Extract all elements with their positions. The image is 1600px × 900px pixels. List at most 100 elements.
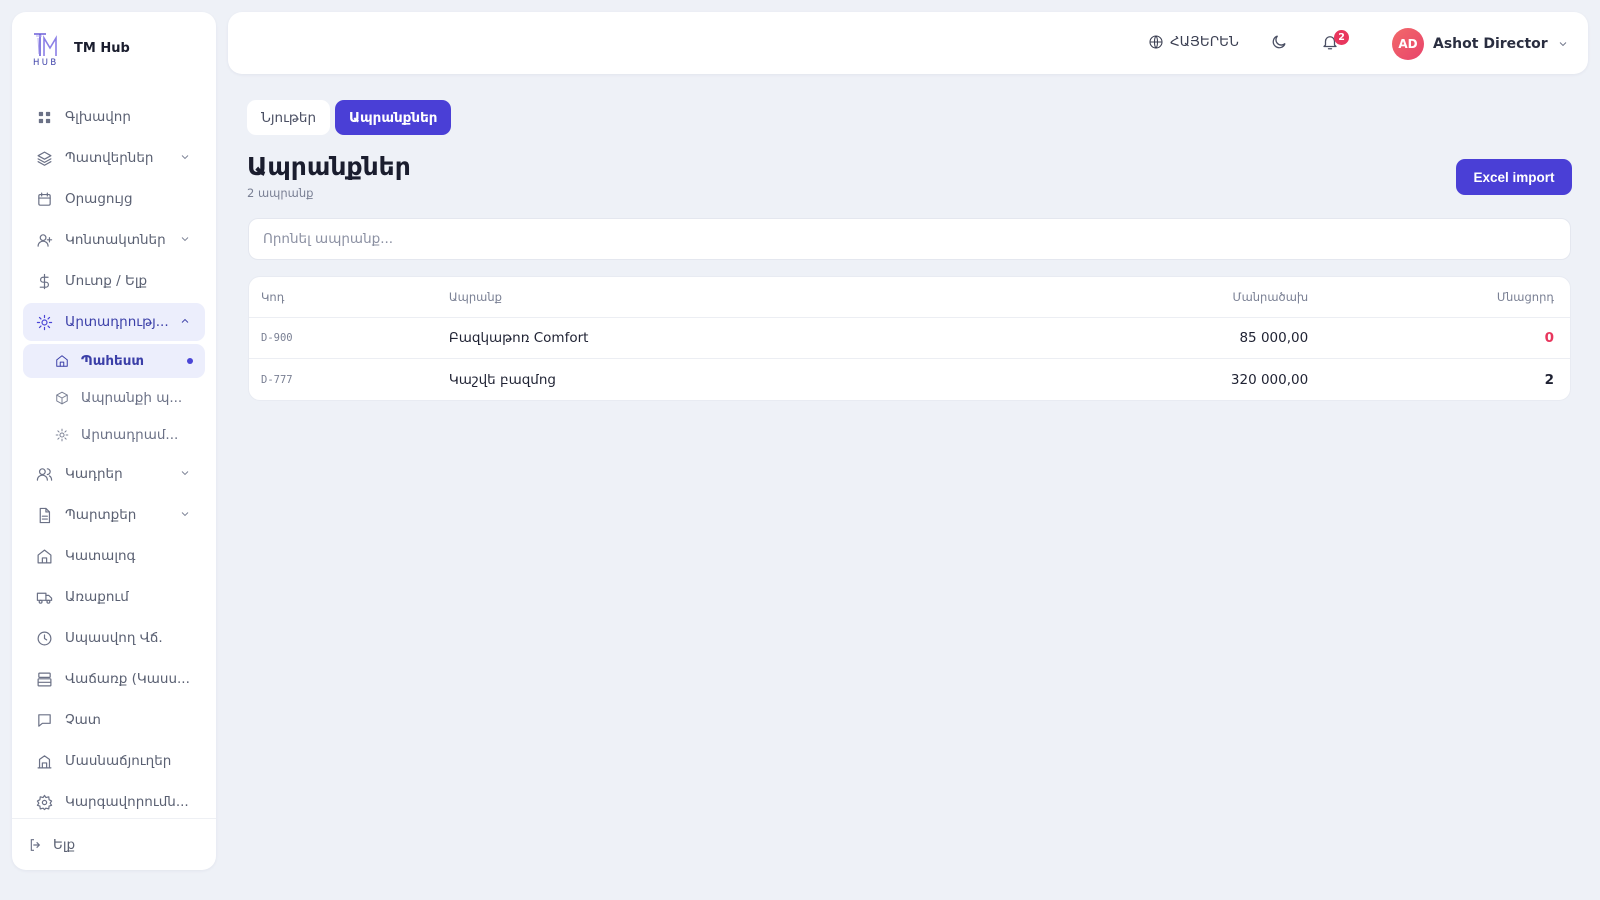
production-submenu: Պահեստ Ապրանքի պ... Արտադրամ... — [23, 344, 205, 452]
table-row[interactable]: D-900 Բազկաթոռ Comfort 85 000,00 0 — [249, 318, 1570, 359]
sidebar-item-chat[interactable]: Չատ — [23, 701, 205, 739]
table-row[interactable]: D-777 Կաշվե բազմոց 320 000,00 2 — [249, 359, 1570, 400]
sidebar-item-label: Կատալոգ — [65, 548, 136, 564]
product-code: D-777 — [261, 373, 293, 386]
chevron-up-icon — [179, 315, 193, 329]
product-code: D-900 — [261, 332, 293, 344]
top-bar: ՀԱՅԵՐԵՆ 2 AD Ashot Director — [228, 12, 1588, 74]
sidebar-item-delivery[interactable]: Առաքում — [23, 578, 205, 616]
calendar-icon — [35, 190, 53, 208]
register-icon — [35, 670, 53, 688]
product-count: 2 ապրանք — [247, 186, 314, 200]
sidebar-item-catalog[interactable]: Կատալոգ — [23, 537, 205, 575]
sidebar-item-settings[interactable]: Կարգավորումն... — [23, 783, 205, 821]
building-icon — [35, 752, 53, 770]
chevron-down-icon — [179, 467, 193, 481]
sidebar-item-cashflow[interactable]: Մուտք / Ելք — [23, 262, 205, 300]
theme-toggle[interactable] — [1270, 33, 1290, 53]
chevron-down-icon — [1559, 42, 1566, 47]
chevron-down-icon — [179, 233, 193, 247]
user-menu[interactable]: AD Ashot Director — [1392, 28, 1569, 60]
products-table: Կոդ Ապրանք Մանրածախ Մնացորդ D-900 Բազկաթ… — [248, 276, 1571, 401]
svg-text:HUB: HUB — [33, 58, 59, 66]
sidebar-subitem-label: Արտադրամ... — [81, 427, 179, 443]
avatar: AD — [1392, 28, 1424, 60]
sidebar-item-calendar[interactable]: Օրացույց — [23, 180, 205, 218]
dollar-icon — [35, 272, 53, 290]
tm-hub-logo: HUB — [30, 30, 66, 68]
product-stock: 0 — [1544, 330, 1554, 346]
sidebar-item-label: Արտադրությ... — [65, 314, 169, 330]
sidebar-item-label: Օրացույց — [65, 191, 133, 207]
sidebar-item-sales[interactable]: Վաճառք (Կասս... — [23, 660, 205, 698]
column-header-code[interactable]: Կոդ — [249, 290, 449, 304]
tabs: Նյութեր Ապրանքներ — [247, 100, 456, 135]
product-price: 320 000,00 — [1230, 371, 1309, 388]
chevron-down-icon — [179, 508, 193, 522]
chevron-down-icon — [179, 151, 193, 165]
settings-icon — [35, 793, 53, 811]
sidebar-nav: Գլխավոր Պատվերներ Օրացույց Կոնտակտներ Մո… — [23, 98, 205, 824]
sidebar-item-contacts[interactable]: Կոնտակտներ — [23, 221, 205, 259]
sidebar-item-label: Պատվերներ — [65, 150, 154, 166]
users-icon — [35, 465, 53, 483]
excel-import-button[interactable]: Excel import — [1456, 159, 1572, 195]
moon-icon — [1272, 35, 1286, 49]
sidebar-item-label: Չատ — [65, 712, 101, 728]
sidebar-item-production[interactable]: Արտադրությ... — [23, 303, 205, 341]
brand-name: TM Hub — [74, 40, 130, 56]
notification-badge: 2 — [1334, 30, 1349, 45]
sidebar-item-label: Կարգավորումն... — [65, 794, 189, 810]
tab-materials[interactable]: Նյութեր — [247, 100, 331, 135]
column-header-product[interactable]: Ապրանք — [449, 290, 989, 304]
sidebar-item-label: Առաքում — [65, 589, 129, 605]
column-header-stock[interactable]: Մնացորդ — [1308, 290, 1570, 304]
logout-button[interactable]: Ելք — [12, 818, 216, 870]
logout-icon — [30, 838, 41, 851]
sidebar-item-orders[interactable]: Պատվերներ — [23, 139, 205, 177]
user-name: Ashot Director — [1433, 36, 1548, 52]
sun-gear-icon — [35, 313, 53, 331]
product-name: Բազկաթոռ Comfort — [448, 330, 589, 346]
sidebar-item-debts[interactable]: Պարտքեր — [23, 496, 205, 534]
sidebar-item-label: Պարտքեր — [65, 507, 137, 523]
truck-icon — [35, 588, 53, 606]
language-label: ՀԱՅԵՐԵՆ — [1170, 34, 1239, 50]
active-dot — [187, 358, 193, 364]
column-header-retail[interactable]: Մանրածախ — [988, 290, 1308, 304]
product-name: Կաշվե բազմոց — [448, 371, 556, 388]
gear-small-icon — [55, 428, 69, 442]
sidebar-item-label: Կադրեր — [65, 466, 123, 482]
globe-icon — [1149, 35, 1163, 49]
language-switcher[interactable]: ՀԱՅԵՐԵՆ — [1148, 34, 1239, 50]
sidebar-item-staff[interactable]: Կադրեր — [23, 455, 205, 493]
sidebar-subitem-workshop[interactable]: Արտադրամ... — [23, 418, 205, 452]
sidebar-item-pending-payments[interactable]: Սպասվող Վճ. — [23, 619, 205, 657]
layers-icon — [35, 149, 53, 167]
chat-icon — [35, 711, 53, 729]
product-price: 85 000,00 — [1239, 330, 1309, 346]
sidebar-item-home[interactable]: Գլխավոր — [23, 98, 205, 136]
logout-label: Ելք — [53, 836, 76, 853]
sidebar-item-label: Մուտք / Ելք — [65, 273, 148, 289]
sidebar-item-label: Գլխավոր — [65, 109, 131, 125]
sidebar-item-label: Վաճառք (Կասս... — [65, 671, 190, 687]
sidebar-subitem-label: Ապրանքի պ... — [81, 390, 183, 406]
sidebar: HUB TM Hub Գլխավոր Պատվերներ Օրացույց Կո… — [12, 12, 216, 870]
sidebar-subitem-product[interactable]: Ապրանքի պ... — [23, 381, 205, 415]
sidebar-subitem-warehouse[interactable]: Պահեստ — [23, 344, 205, 378]
search-input[interactable] — [248, 218, 1571, 260]
home-icon — [35, 547, 53, 565]
table-header: Կոդ Ապրանք Մանրածախ Մնացորդ — [249, 277, 1570, 318]
box-icon — [55, 391, 69, 405]
sidebar-item-label: Կոնտակտներ — [65, 232, 166, 248]
product-stock: 2 — [1544, 371, 1554, 388]
grid-icon — [35, 108, 53, 126]
tab-products[interactable]: Ապրանքներ — [335, 100, 452, 135]
sidebar-item-branches[interactable]: Մասնաճյուղեր — [23, 742, 205, 780]
sidebar-item-label: Սպասվող Վճ. — [65, 630, 163, 646]
sidebar-item-label: Մասնաճյուղեր — [65, 753, 172, 769]
brand[interactable]: HUB TM Hub — [30, 30, 130, 68]
clock-icon — [35, 629, 53, 647]
warehouse-icon — [55, 354, 69, 368]
